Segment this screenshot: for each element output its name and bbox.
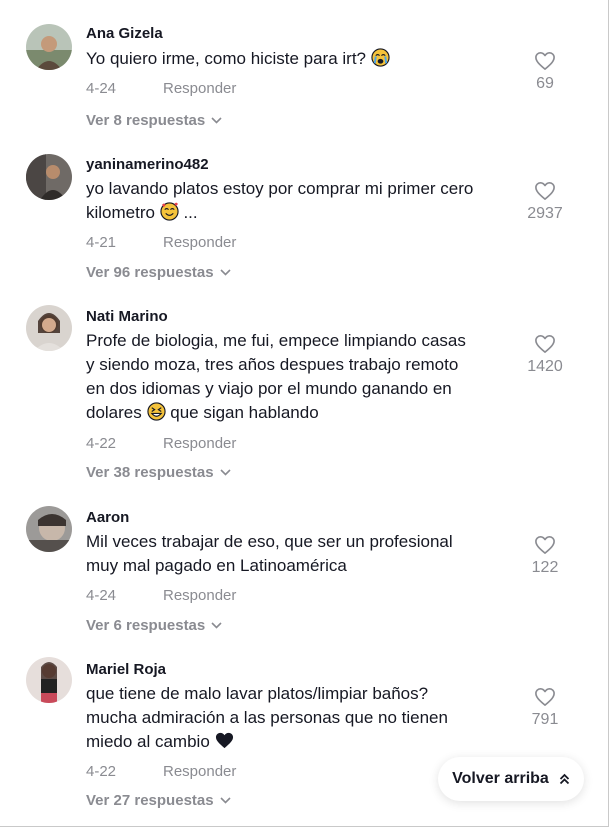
comment-text-line: miedo al cambio bbox=[86, 732, 210, 751]
grinning-squint-face-icon bbox=[146, 402, 166, 421]
smiling-hearts-face-icon bbox=[160, 202, 179, 221]
comment-text: que tiene de malo lavar platos/limpiar b… bbox=[86, 682, 526, 754]
comment-text: Mil veces trabajar de eso, que ser un pr… bbox=[86, 530, 526, 578]
chevron-down-icon bbox=[220, 469, 231, 476]
view-replies-label: Ver 8 respuestas bbox=[86, 112, 206, 129]
reply-button[interactable]: Responder bbox=[163, 435, 236, 452]
avatar[interactable] bbox=[26, 506, 72, 552]
like-widget: 1420 bbox=[517, 334, 573, 376]
comment-date: 4-24 bbox=[86, 587, 117, 604]
reply-button[interactable]: Responder bbox=[163, 763, 236, 780]
comment-text-line: dolares bbox=[86, 403, 142, 422]
comment-text-line: Profe de biologia, me fui, empece limpia… bbox=[86, 331, 466, 350]
comment-meta: 4-21 Responder bbox=[86, 234, 236, 251]
avatar[interactable] bbox=[26, 657, 72, 703]
view-replies-label: Ver 96 respuestas bbox=[86, 264, 214, 281]
comment-text-line: Yo quiero irme, como hiciste para irt? bbox=[86, 49, 367, 68]
chevron-down-icon bbox=[220, 269, 231, 276]
comment-date: 4-21 bbox=[86, 234, 117, 251]
view-replies-label: Ver 38 respuestas bbox=[86, 464, 214, 481]
comment-text-line: que tiene de malo lavar platos/limpiar b… bbox=[86, 684, 429, 703]
comment-text-line: kilometro bbox=[86, 203, 155, 222]
back-to-top-button[interactable]: Volver arriba bbox=[438, 757, 584, 801]
comment-text-line: en dos idiomas y viajo por el mundo gana… bbox=[86, 379, 452, 398]
comment-meta: 4-24 Responder bbox=[86, 80, 236, 97]
view-replies-button[interactable]: Ver 8 respuestas bbox=[86, 112, 222, 129]
comment-username[interactable]: Ana Gizela bbox=[86, 25, 163, 42]
heart-outline-icon[interactable] bbox=[534, 687, 556, 707]
heart-outline-icon[interactable] bbox=[534, 535, 556, 555]
like-count: 2937 bbox=[527, 205, 563, 222]
view-replies-button[interactable]: Ver 38 respuestas bbox=[86, 464, 231, 481]
like-widget: 2937 bbox=[517, 181, 573, 223]
view-replies-button[interactable]: Ver 6 respuestas bbox=[86, 617, 222, 634]
chevron-down-icon bbox=[211, 117, 222, 124]
comment-text-line: mucha admiración a las personas que no t… bbox=[86, 708, 448, 727]
comment-username[interactable]: yaninamerino482 bbox=[86, 156, 209, 173]
comment-text: yo lavando platos estoy por comprar mi p… bbox=[86, 177, 526, 225]
comment-text-line: Mil veces trabajar de eso, que ser un pr… bbox=[86, 532, 453, 551]
comment-username[interactable]: Mariel Roja bbox=[86, 661, 166, 678]
like-count: 69 bbox=[536, 75, 554, 92]
comment-date: 4-22 bbox=[86, 435, 117, 452]
reply-button[interactable]: Responder bbox=[163, 234, 236, 251]
comment-username[interactable]: Aaron bbox=[86, 509, 129, 526]
avatar[interactable] bbox=[26, 24, 72, 70]
like-widget: 791 bbox=[517, 687, 573, 729]
comment-text-line: muy mal pagado en Latinoamérica bbox=[86, 556, 347, 575]
double-chevron-up-icon bbox=[559, 773, 569, 785]
comment-text-line: que sigan hablando bbox=[170, 403, 319, 422]
avatar[interactable] bbox=[26, 154, 72, 200]
chevron-down-icon bbox=[220, 797, 231, 804]
back-to-top-label: Volver arriba bbox=[452, 770, 549, 787]
comment-date: 4-24 bbox=[86, 80, 117, 97]
reply-button[interactable]: Responder bbox=[163, 80, 236, 97]
heart-outline-icon[interactable] bbox=[534, 334, 556, 354]
like-count: 1420 bbox=[527, 358, 563, 375]
comment-username[interactable]: Nati Marino bbox=[86, 308, 168, 325]
comment-text-line: yo lavando platos estoy por comprar mi p… bbox=[86, 179, 474, 198]
comment-date: 4-22 bbox=[86, 763, 117, 780]
black-heart-icon bbox=[215, 732, 233, 749]
like-count: 122 bbox=[531, 559, 559, 576]
heart-outline-icon[interactable] bbox=[534, 181, 556, 201]
chevron-down-icon bbox=[211, 622, 222, 629]
view-replies-button[interactable]: Ver 96 respuestas bbox=[86, 264, 231, 281]
comment-text-line: y siendo moza, tres años despues trabajo… bbox=[86, 355, 459, 374]
like-widget: 122 bbox=[517, 535, 573, 577]
comment-meta: 4-24 Responder bbox=[86, 587, 236, 604]
like-widget: 69 bbox=[517, 51, 573, 93]
view-replies-label: Ver 27 respuestas bbox=[86, 792, 214, 809]
comment-meta: 4-22 Responder bbox=[86, 435, 236, 452]
view-replies-button[interactable]: Ver 27 respuestas bbox=[86, 792, 231, 809]
heart-outline-icon[interactable] bbox=[534, 51, 556, 71]
comments-panel: Ana Gizela Yo quiero irme, como hiciste … bbox=[0, 0, 609, 827]
like-count: 791 bbox=[531, 711, 559, 728]
crying-face-icon bbox=[371, 48, 390, 67]
comment-meta: 4-22 Responder bbox=[86, 763, 236, 780]
comment-text: Yo quiero irme, como hiciste para irt? bbox=[86, 47, 526, 71]
comment-text: Profe de biologia, me fui, empece limpia… bbox=[86, 329, 526, 425]
avatar[interactable] bbox=[26, 305, 72, 351]
comment-text-line: ... bbox=[183, 203, 198, 222]
view-replies-label: Ver 6 respuestas bbox=[86, 617, 206, 634]
reply-button[interactable]: Responder bbox=[163, 587, 236, 604]
